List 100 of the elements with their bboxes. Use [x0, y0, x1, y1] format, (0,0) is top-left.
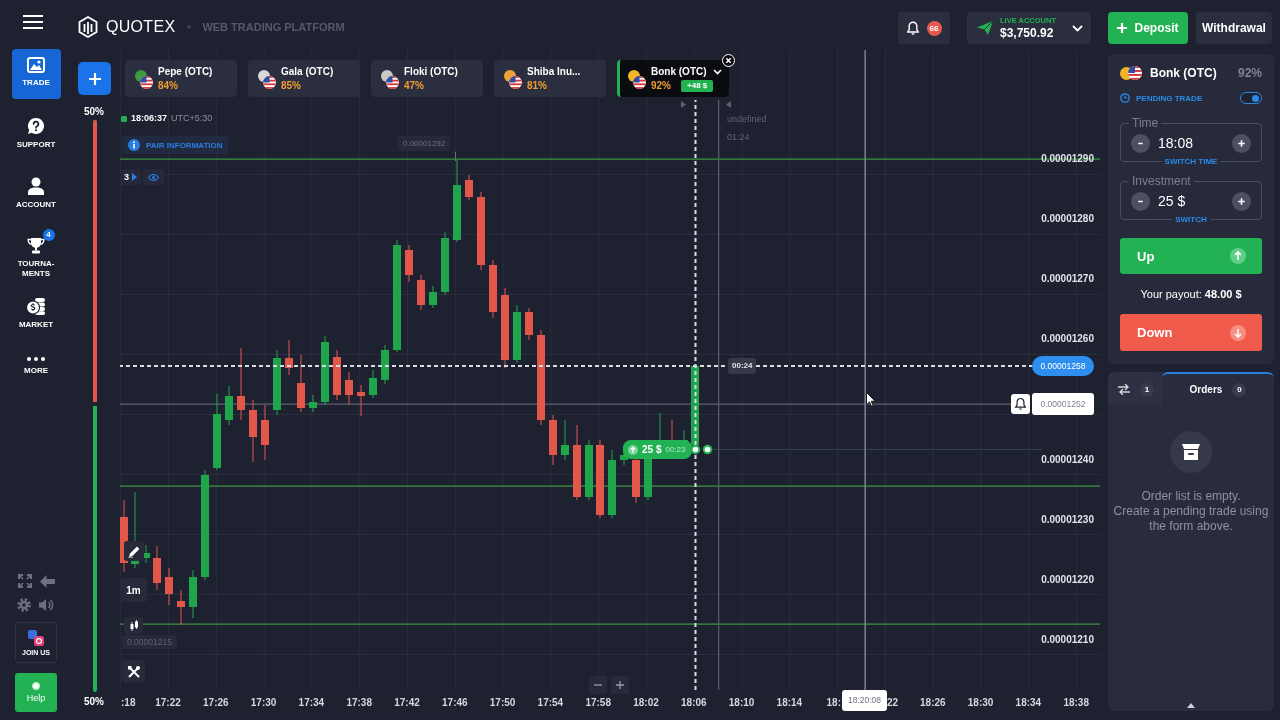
- sentiment-label: 50%: [84, 106, 104, 118]
- time-label: 18:10: [728, 696, 755, 710]
- count-badge: 1: [1140, 382, 1154, 397]
- candlestick: [405, 245, 413, 282]
- indicators-button[interactable]: 3: [120, 169, 141, 185]
- candlestick: [237, 348, 245, 420]
- chart-type-button[interactable]: [124, 617, 143, 634]
- zoom-in-icon[interactable]: [611, 676, 629, 694]
- menu-icon[interactable]: [23, 15, 43, 29]
- minus-icon[interactable]: [1131, 191, 1150, 211]
- time-label: 18:30: [967, 696, 994, 710]
- asset-tab[interactable]: Bonk (OTC) 92% +48 $: [617, 60, 729, 97]
- candlestick: [309, 395, 317, 412]
- empty-orders-hint: Create a pending trade using the form above.: [1112, 504, 1270, 534]
- clock-icon: [1120, 93, 1130, 103]
- zoom-out-icon[interactable]: [589, 676, 607, 694]
- sidebar-item[interactable]: TRADE: [11, 49, 61, 99]
- switch-link[interactable]: SWITCH: [1172, 214, 1210, 225]
- time-label: :18: [121, 696, 136, 710]
- high-price-label: 0.00001292: [398, 136, 451, 151]
- expiry-label: undefined: [727, 114, 767, 125]
- help-icon: [27, 117, 45, 135]
- arrow-left-icon[interactable]: [39, 574, 55, 588]
- circle-icon: [32, 682, 40, 690]
- withdrawal-button[interactable]: Withdrawal: [1196, 12, 1272, 44]
- arrow-up-icon: [628, 444, 638, 455]
- pencil-icon: [127, 544, 141, 558]
- speaker-icon[interactable]: [39, 598, 55, 612]
- price-label: 0.00001280: [1041, 212, 1094, 226]
- sidebar-item[interactable]: ACCOUNT: [11, 169, 61, 219]
- expiry-time: 01:24: [727, 132, 750, 143]
- coins-icon: [26, 297, 46, 315]
- add-asset-button[interactable]: [78, 62, 111, 95]
- count-badge: 4: [42, 229, 55, 241]
- settings-icon[interactable]: [17, 598, 31, 612]
- time-label: 17:38: [346, 696, 372, 710]
- sidebar-item[interactable]: SUPPORT: [11, 109, 61, 159]
- count-badge: 0: [1232, 382, 1247, 397]
- platform-subtitle: WEB TRADING PLATFORM: [202, 21, 345, 33]
- candlestick: [297, 355, 305, 412]
- drawing-tool-button[interactable]: [124, 541, 144, 561]
- minus-icon[interactable]: [1131, 133, 1150, 153]
- chevron-down-icon: [1072, 24, 1083, 32]
- notifications-button[interactable]: 66: [898, 12, 950, 44]
- asset-name: Bonk (OTC): [1150, 66, 1217, 80]
- candlestick: [369, 370, 377, 398]
- candlestick: [608, 450, 616, 518]
- current-price-label: 0.00001258: [1032, 356, 1094, 376]
- orders-tab[interactable]: Orders 0: [1162, 372, 1274, 405]
- close-icon[interactable]: [722, 54, 735, 67]
- candlestick: [345, 372, 353, 405]
- bell-icon[interactable]: [1011, 394, 1030, 414]
- time-label: 17:58: [585, 696, 611, 710]
- archive-box-icon: [1170, 431, 1212, 473]
- time-label: 18:14: [776, 696, 803, 710]
- sidebar-item[interactable]: MARKET: [11, 289, 61, 339]
- chevron-down-icon: [712, 68, 722, 75]
- tools-button[interactable]: [122, 660, 145, 683]
- candlestick: [165, 568, 173, 605]
- time-label: 17:54: [537, 696, 564, 710]
- plus-icon[interactable]: [1232, 133, 1251, 153]
- plus-icon[interactable]: [1232, 191, 1251, 211]
- sidebar-item[interactable]: TOURNA-MENTS 4: [11, 229, 61, 279]
- asset-tab[interactable]: Shiba Inu... 81%: [494, 60, 606, 97]
- pair-info-button[interactable]: PAIR INFORMATION: [122, 136, 228, 154]
- time-label: 17:46: [442, 696, 468, 710]
- time-label: 18:38: [1063, 696, 1089, 710]
- asset-tab[interactable]: Pepe (OTC) 84%: [125, 60, 237, 97]
- visibility-button[interactable]: [143, 169, 164, 185]
- play-icon: [132, 173, 137, 181]
- dot-icon: [702, 444, 713, 455]
- asset-tab[interactable]: Floki (OTC) 47%: [371, 60, 483, 97]
- pending-toggle[interactable]: [1240, 92, 1262, 104]
- fullscreen-icon[interactable]: [17, 574, 32, 588]
- alert-price-label: 0.00001252: [1032, 393, 1094, 415]
- caret-up-icon[interactable]: [1187, 703, 1195, 708]
- candlestick: [225, 386, 233, 425]
- time-label: 18:06: [681, 696, 707, 710]
- time-label: 17:22: [155, 696, 181, 710]
- eye-icon: [148, 173, 159, 181]
- candlestick: [177, 590, 185, 625]
- pointer-icon: [866, 392, 876, 407]
- cursor-time-label: 18:20:08: [842, 690, 887, 711]
- candlestick: [153, 546, 161, 590]
- candlestick: [429, 286, 437, 308]
- timeframe-button[interactable]: 1m: [120, 578, 147, 602]
- asset-tab[interactable]: Gala (OTC) 85%: [248, 60, 360, 97]
- time-label: 18:34: [1015, 696, 1042, 710]
- orders-tab[interactable]: 1: [1108, 372, 1162, 405]
- price-label: 0.00001260: [1041, 332, 1094, 346]
- candlestick: [261, 405, 269, 460]
- time-label: 17:42: [394, 696, 420, 710]
- triangle-icon: [726, 101, 731, 108]
- clock-time: 18:06:37: [131, 113, 168, 124]
- switch-link[interactable]: SWITCH TIME: [1161, 156, 1221, 167]
- paper-plane-icon: [977, 21, 993, 35]
- candlestick: [321, 336, 329, 405]
- countdown-label: 00:24: [728, 358, 757, 374]
- sidebar-item[interactable]: MORE: [11, 349, 61, 399]
- logo-text: QUOTEX: [106, 18, 176, 36]
